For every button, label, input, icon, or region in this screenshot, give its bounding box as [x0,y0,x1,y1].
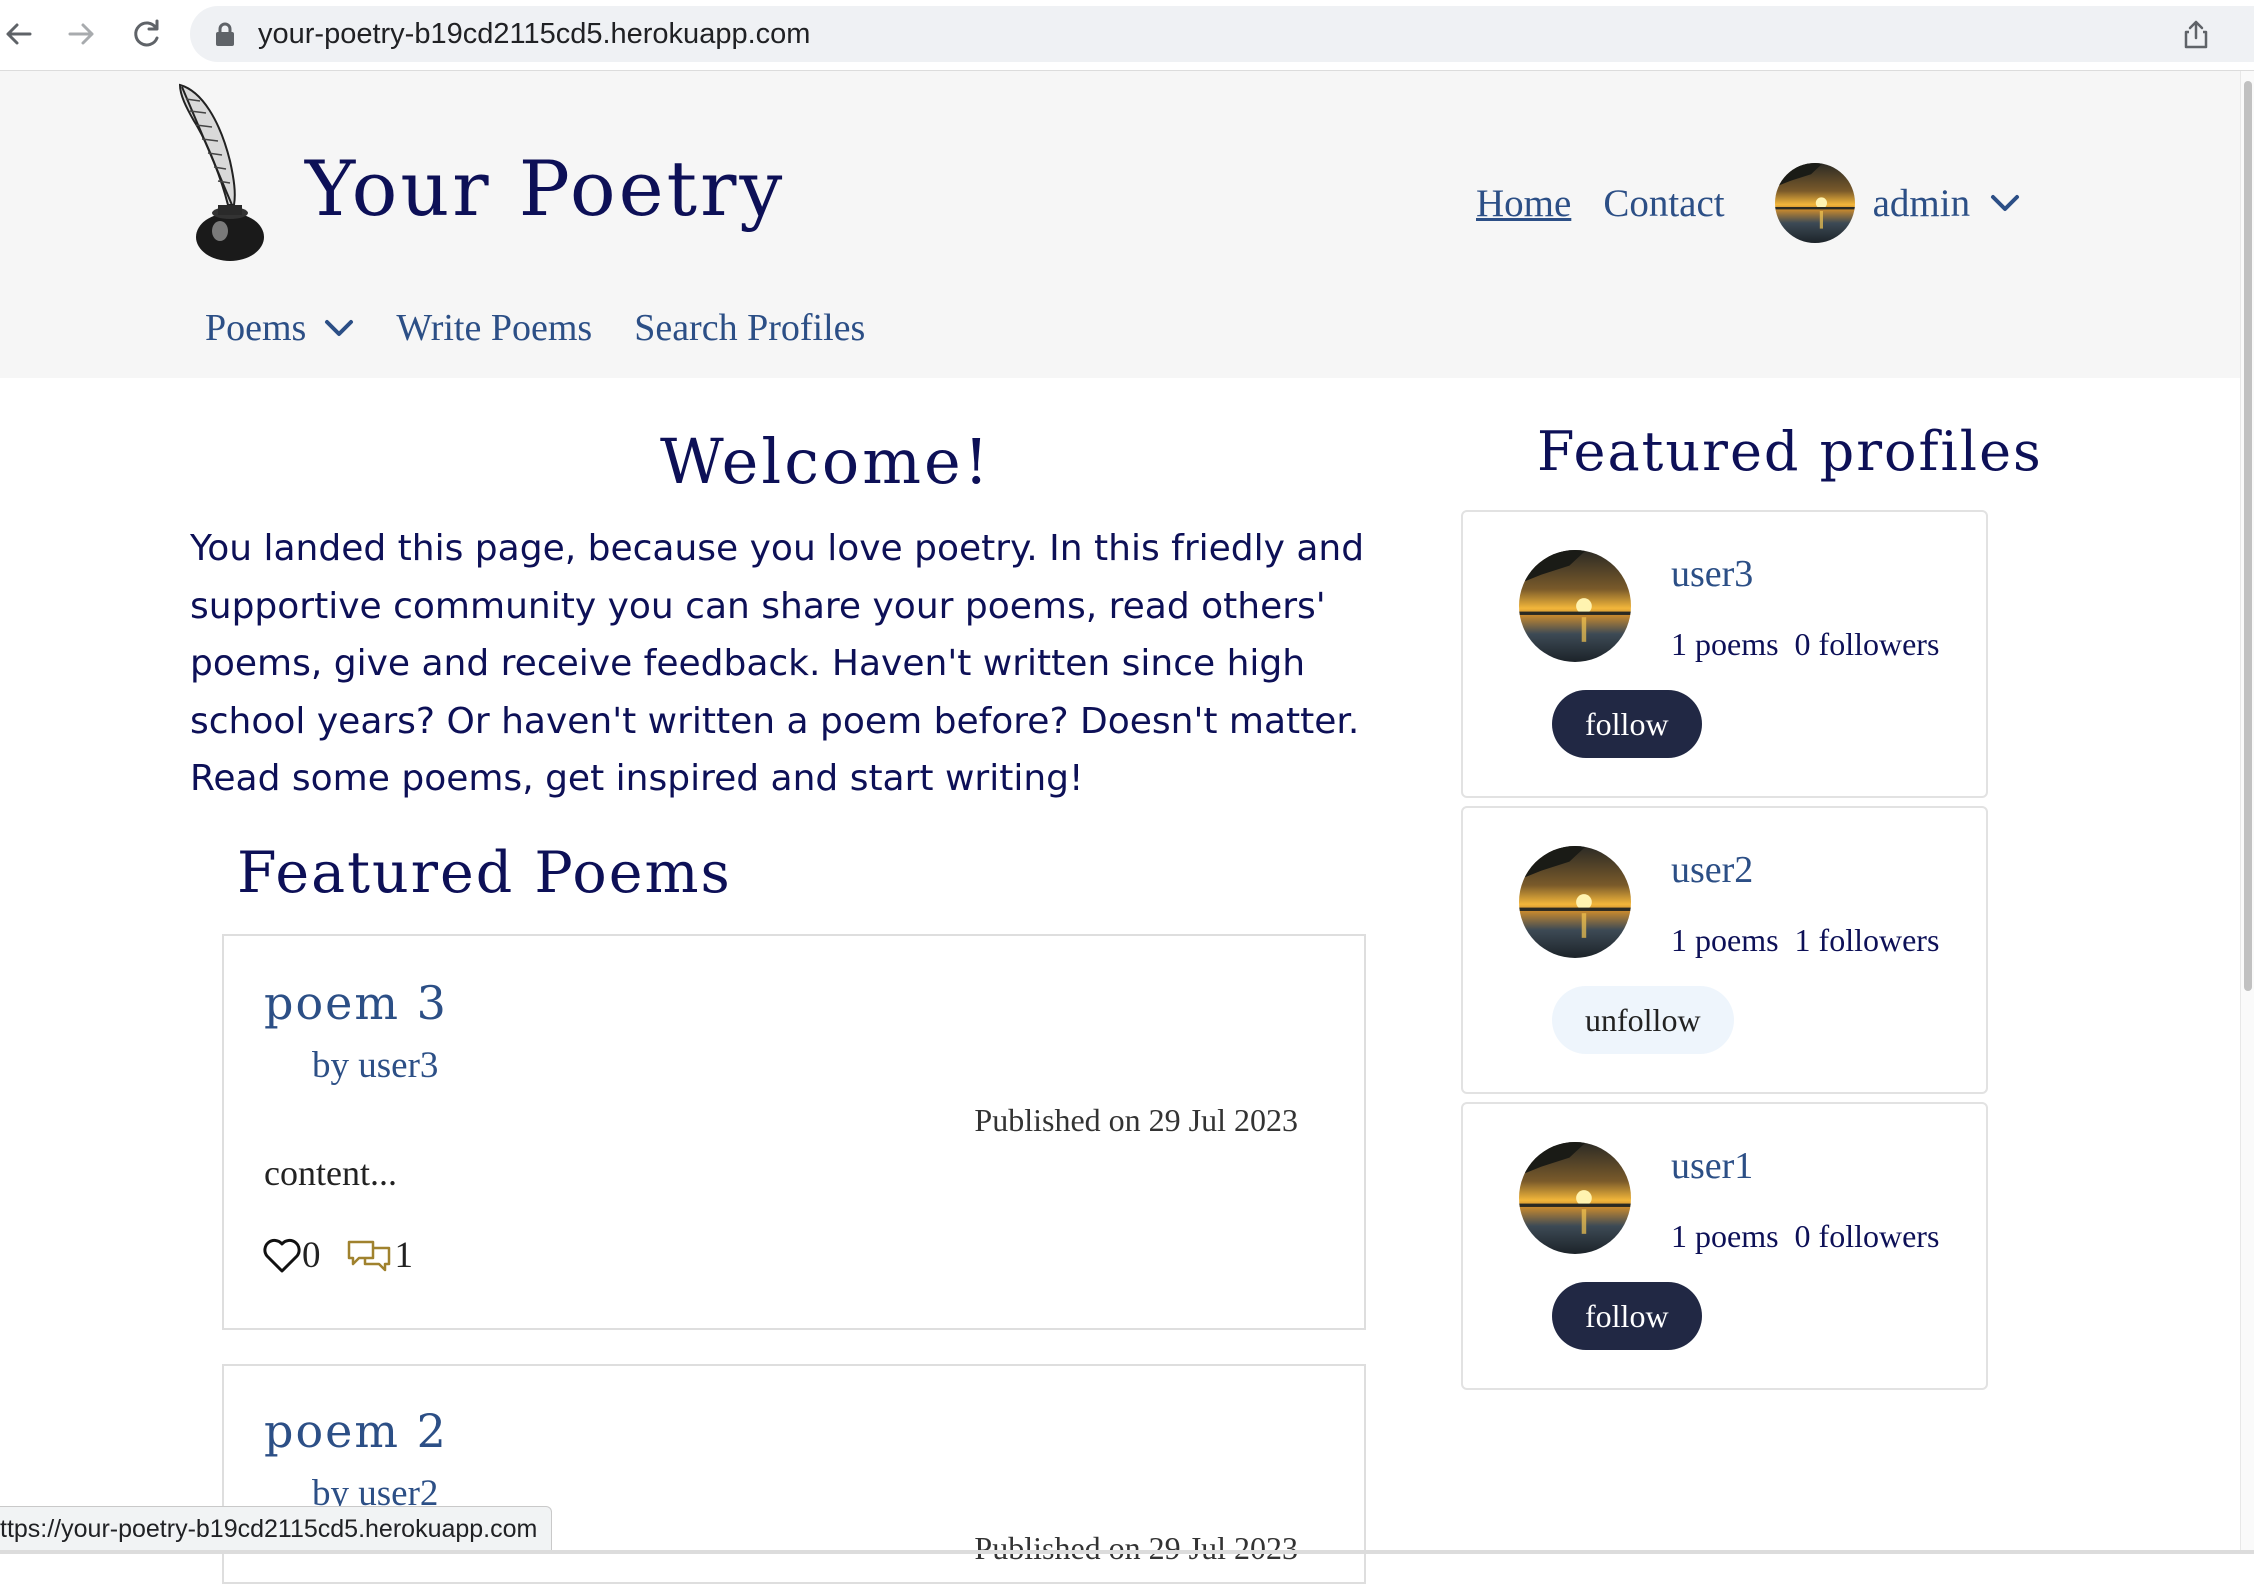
chevron-down-icon [1991,195,2020,211]
scrollbar-thumb[interactable] [2244,81,2252,991]
poem-stats: 0 1 [262,1234,413,1277]
intro-text: You landed this page, because you love p… [190,528,1365,799]
profile-card: user2 1 poems 1 followers unfollow [1461,806,1988,1094]
profile-name-link[interactable]: user2 [1671,848,1753,892]
avatar[interactable] [1519,846,1631,958]
welcome-heading: Welcome! [660,425,992,498]
comments-icon [347,1240,390,1271]
nav-home-link[interactable]: Home [1476,181,1571,226]
avatar[interactable] [1519,550,1631,662]
nav-write-poems-link[interactable]: Write Poems [396,306,592,350]
address-bar[interactable]: your-poetry-b19cd2115cd5.herokuapp.com [190,6,2254,62]
nav-contact-link[interactable]: Contact [1603,181,1724,226]
url-text: your-poetry-b19cd2115cd5.herokuapp.com [258,18,811,50]
featured-poems-heading: Featured Poems [237,840,732,906]
like-count: 0 [302,1235,321,1276]
featured-profiles-heading: Featured profiles [1537,420,2043,483]
profile-card: user3 1 poems 0 followers follow [1461,510,1988,798]
heart-icon[interactable] [262,1237,302,1275]
comment-count: 1 [394,1235,414,1276]
back-arrow-icon[interactable] [0,14,40,54]
site-title[interactable]: Your Poetry [305,144,785,233]
poem-card: poem 3 by user3 Published on 29 Jul 2023… [222,934,1366,1330]
vertical-scrollbar[interactable] [2240,71,2254,1554]
sub-navigation: Poems Write Poems Search Profiles [205,306,907,350]
quill-inkwell-logo[interactable] [172,81,280,265]
avatar [1775,163,1855,243]
profile-name-link[interactable]: user3 [1671,552,1753,596]
poem-date: Published on 29 Jul 2023 [974,1102,1298,1138]
forward-arrow-icon[interactable] [62,14,102,54]
site-header: Your Poetry Home Contact admin Poems Wri… [0,71,2240,378]
poem-date: Published on 29 Jul 2023 [974,1530,1298,1566]
browser-toolbar: your-poetry-b19cd2115cd5.herokuapp.com [0,0,2254,71]
poem-title-link[interactable]: poem 3 [264,976,448,1030]
profile-card: user1 1 poems 0 followers follow [1461,1102,1988,1390]
chevron-down-icon [325,320,354,336]
poem-excerpt: content... [264,1153,397,1193]
status-bar: ttps://your-poetry-b19cd2115cd5.herokuap… [0,1506,553,1552]
follow-button[interactable]: follow [1552,690,1702,758]
window-bottom-edge [0,1550,2254,1554]
poem-author-link[interactable]: by user3 [312,1044,438,1087]
nav-poems-label: Poems [205,307,307,349]
user-name: admin [1872,181,1971,225]
profile-stats: 1 poems 0 followers [1671,626,1940,662]
reload-icon[interactable] [126,14,166,54]
profile-stats: 1 poems 0 followers [1671,1218,1940,1254]
lock-icon [216,22,234,46]
user-menu[interactable]: admin [1775,163,2020,243]
share-icon[interactable] [2180,18,2212,50]
nav-search-profiles-link[interactable]: Search Profiles [634,306,865,350]
nav-poems-dropdown[interactable]: Poems [205,306,354,350]
follow-button[interactable]: follow [1552,1282,1702,1350]
unfollow-button[interactable]: unfollow [1552,986,1734,1054]
profile-stats: 1 poems 1 followers [1671,922,1940,958]
profile-name-link[interactable]: user1 [1671,1144,1753,1188]
poem-title-link[interactable]: poem 2 [264,1404,448,1458]
avatar[interactable] [1519,1142,1631,1254]
